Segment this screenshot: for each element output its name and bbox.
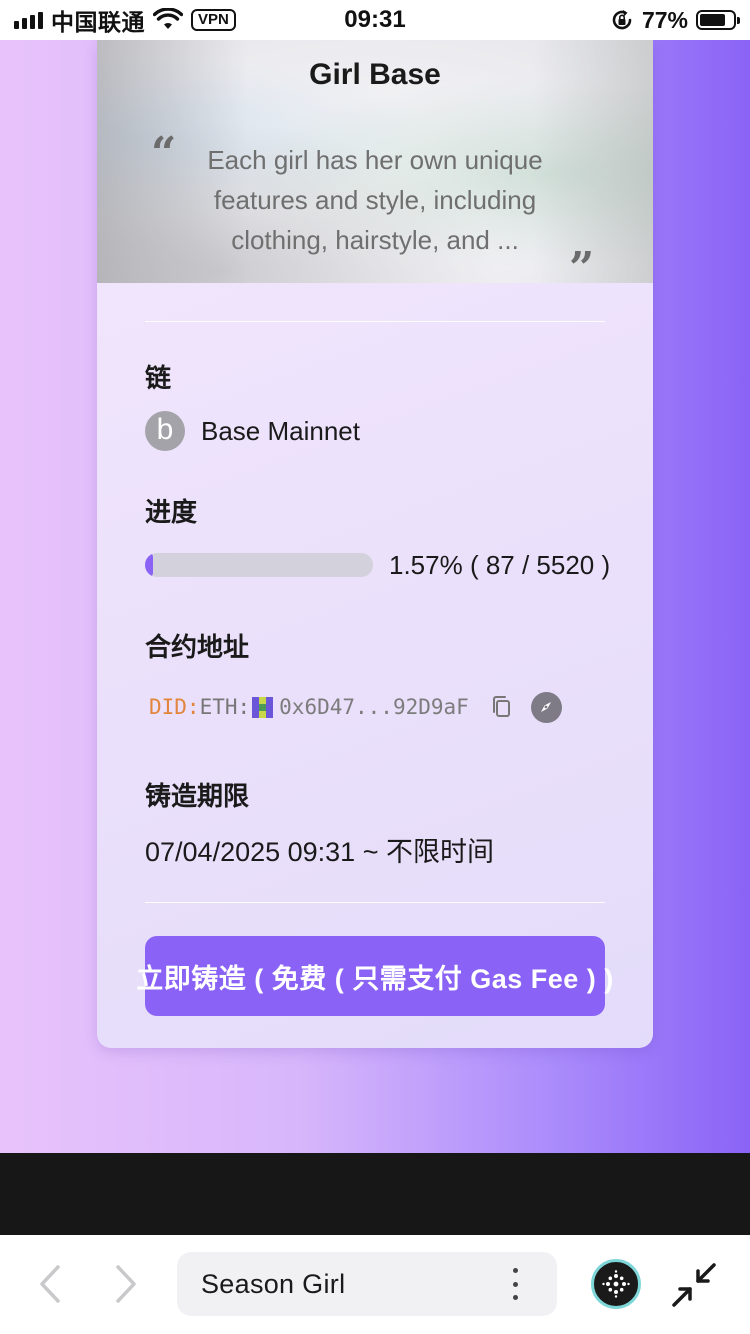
card-description[interactable]: Each girl has her own unique features an…: [187, 140, 563, 260]
quote-open-icon: “: [151, 128, 177, 179]
divider: [145, 902, 605, 903]
status-right: 77%: [610, 6, 740, 33]
mint-now-button[interactable]: 立即铸造 ( 免费 ( 只需支付 Gas Fee ) ): [136, 936, 613, 1016]
contract-address[interactable]: 0x6D47...92D9aF: [279, 695, 469, 719]
battery-percent: 77%: [641, 6, 688, 33]
chain-row: b Base Mainnet: [145, 410, 360, 452]
contract-label: 合约地址: [145, 632, 250, 662]
nft-card: Girl Base “ Each girl has her own unique…: [97, 40, 653, 1048]
chain-label: 链: [145, 363, 172, 393]
progress-label: 进度: [145, 497, 198, 527]
rotation-lock-icon: [612, 10, 632, 30]
app-logo-icon[interactable]: [591, 1259, 641, 1309]
collapse-icon[interactable]: [670, 1261, 718, 1309]
eth-prefix: ETH:: [199, 695, 251, 719]
did-prefix: DID:: [149, 695, 200, 719]
page-footer-band: [0, 1153, 750, 1235]
mint-button-label: 立即铸造 ( 免费 ( 只需支付 Gas Fee ) ): [136, 963, 614, 994]
progress-fill: [145, 553, 153, 577]
back-arrow-icon[interactable]: [34, 1263, 66, 1305]
browser-toolbar: Season Girl: [0, 1235, 750, 1334]
progress-row: 1.57% ( 87 / 5520 ): [145, 546, 610, 584]
progress-bar: [145, 553, 373, 577]
card-title: Girl Base: [309, 58, 441, 91]
divider: [145, 321, 605, 322]
mint-period-value: 07/04/2025 09:31 ~ 不限时间: [145, 837, 494, 867]
status-bar: 中国联通 VPN 09:31 77%: [0, 0, 750, 40]
mint-period-label: 铸造期限: [145, 781, 250, 811]
forward-arrow-icon[interactable]: [110, 1263, 142, 1305]
more-vertical-icon[interactable]: [511, 1268, 519, 1300]
quote-close-icon: ”: [569, 243, 595, 294]
address-identicon-icon: [252, 696, 274, 718]
page-title: Season Girl: [201, 1268, 346, 1299]
chain-name: Base Mainnet: [201, 415, 360, 446]
compass-icon[interactable]: [530, 691, 562, 723]
contract-address-row: DID: ETH: 0x6D47...92D9aF: [149, 690, 562, 724]
address-bar[interactable]: Season Girl: [177, 1252, 557, 1316]
copy-icon[interactable]: [489, 694, 515, 720]
progress-text: 1.57% ( 87 / 5520 ): [389, 549, 611, 580]
base-chain-icon: b: [145, 411, 185, 451]
battery-icon: [696, 10, 740, 30]
